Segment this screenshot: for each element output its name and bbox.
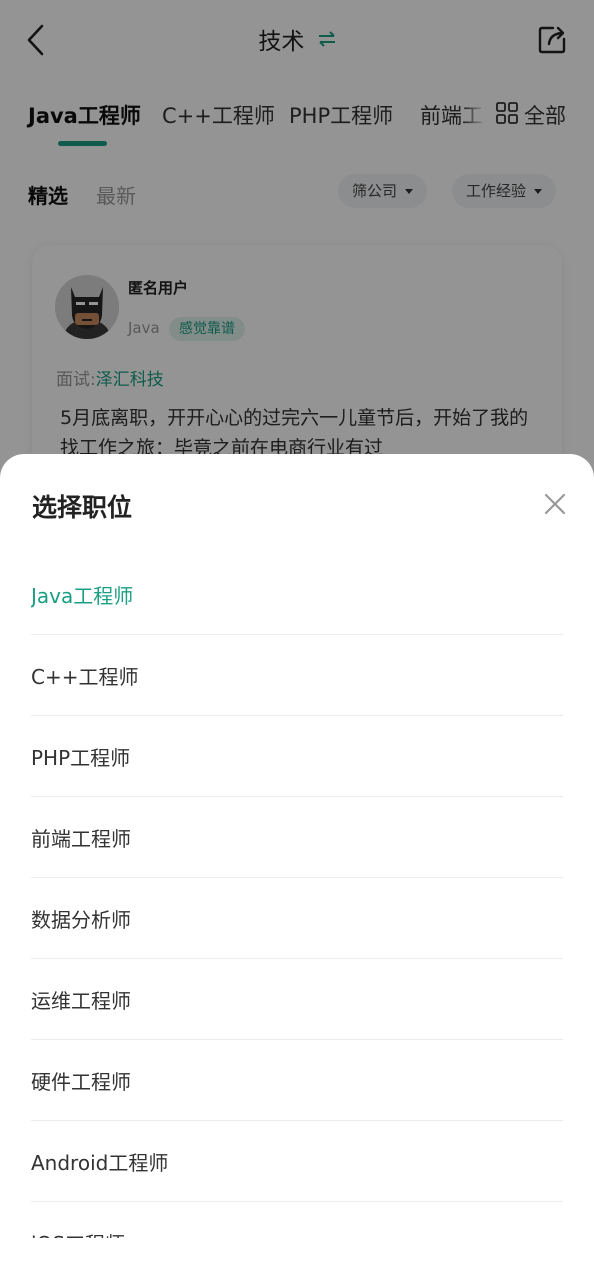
position-label: Java工程师	[31, 584, 134, 608]
position-item-frontend[interactable]: 前端工程师	[31, 797, 563, 878]
position-item-android[interactable]: Android工程师	[31, 1121, 563, 1202]
position-list: Java工程师 C++工程师 PHP工程师 前端工程师 数据分析师 运维工程师 …	[31, 554, 563, 1238]
position-item-php[interactable]: PHP工程师	[31, 716, 563, 797]
position-label: 运维工程师	[31, 989, 131, 1013]
position-label: 数据分析师	[31, 908, 131, 932]
select-position-sheet: 选择职位 Java工程师 C++工程师 PHP工程师 前端工程师 数据分析师 运…	[0, 454, 594, 1280]
position-label: PHP工程师	[31, 746, 131, 770]
close-button[interactable]	[540, 489, 570, 519]
position-label: 前端工程师	[31, 827, 131, 851]
close-icon	[544, 493, 566, 515]
sheet-title: 选择职位	[32, 493, 133, 522]
position-item-ops[interactable]: 运维工程师	[31, 959, 563, 1040]
position-label: Android工程师	[31, 1151, 169, 1175]
position-item-hardware[interactable]: 硬件工程师	[31, 1040, 563, 1121]
app-page: 技术 Java工程师 C++工程师 PHP工程师 前端工程师	[0, 0, 594, 1280]
position-item-ios[interactable]: iOS工程师	[31, 1202, 563, 1238]
position-item-data-analyst[interactable]: 数据分析师	[31, 878, 563, 959]
position-item-java[interactable]: Java工程师	[31, 554, 563, 635]
position-label: C++工程师	[31, 665, 139, 689]
list-bottom-mask	[0, 1238, 594, 1280]
position-item-cpp[interactable]: C++工程师	[31, 635, 563, 716]
position-label: 硬件工程师	[31, 1070, 131, 1094]
position-label: iOS工程师	[31, 1228, 125, 1238]
